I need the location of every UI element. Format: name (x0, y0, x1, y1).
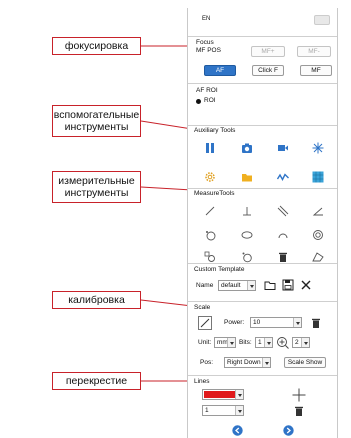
zoom-select[interactable]: 2 (292, 337, 310, 348)
af-roi-title: AF ROI (196, 87, 218, 94)
lines-delete-icon[interactable] (293, 405, 305, 417)
parallel-icon[interactable] (277, 205, 289, 217)
waveform-icon[interactable] (277, 171, 289, 183)
angle-icon[interactable] (312, 205, 324, 217)
circle-3pt-icon[interactable] (204, 229, 216, 241)
prev-arrow-icon[interactable] (232, 425, 243, 436)
circle-point-icon[interactable] (241, 251, 253, 263)
scale-delete-icon[interactable] (310, 317, 322, 329)
unit-label: Unit: (198, 339, 212, 346)
click-f-button[interactable]: Click F (252, 65, 284, 76)
lines-title: Lines (194, 378, 210, 385)
bottom-nav (188, 424, 337, 438)
pos-label: Pos: (200, 359, 214, 366)
circle-ellipse-icon[interactable] (241, 229, 253, 241)
folder-icon[interactable] (241, 171, 253, 183)
save-icon[interactable] (282, 279, 294, 291)
bits-label: Bits: (239, 339, 252, 346)
tools-icon[interactable] (300, 279, 312, 291)
scale-section: Scale Power: 10 Unit: mm Bits: 1 2 Pos: … (188, 302, 337, 375)
mf-plus-button[interactable]: MF+ (251, 46, 285, 57)
polygon-icon[interactable] (312, 251, 324, 263)
line-icon[interactable] (204, 205, 216, 217)
template-title: Custom Template (194, 266, 245, 273)
power-label: Power: (224, 319, 245, 326)
power-select[interactable]: 10 (250, 317, 302, 328)
header-bar: EN (188, 8, 337, 34)
measure-title: MeasureTools (194, 190, 235, 197)
open-folder-icon[interactable] (264, 279, 276, 291)
roi-radio[interactable] (196, 99, 201, 104)
scale-title: Scale (194, 304, 211, 311)
grid-icon[interactable] (312, 171, 324, 183)
pause-icon[interactable] (204, 142, 216, 154)
bits-select[interactable]: 1 (255, 337, 273, 348)
line-color-select[interactable] (202, 389, 244, 400)
rect-circle-icon[interactable] (204, 251, 216, 263)
mf-minus-button[interactable]: MF- (297, 46, 331, 57)
language-label: EN (202, 16, 211, 22)
snowflake-icon[interactable] (312, 142, 324, 154)
callout-calib: калибровка (52, 291, 141, 309)
tool-panel: EN Focus MF POS MF+ MF- AF Click F MF AF… (187, 8, 338, 438)
mf-pos-label: MF POS (196, 47, 221, 54)
template-section: Custom Template Name default (188, 264, 337, 304)
delete-icon[interactable] (277, 251, 289, 263)
aux-title: Auxiliary Tools (194, 127, 236, 134)
roi-radio-label: ROI (204, 97, 216, 104)
line-color-swatch (204, 391, 235, 398)
mf-button[interactable]: MF (300, 65, 332, 76)
video-icon[interactable] (277, 142, 289, 154)
menu-button[interactable] (314, 15, 330, 25)
af-button[interactable]: AF (204, 65, 236, 76)
template-name-label: Name (196, 282, 214, 289)
pos-select[interactable]: Right Down (224, 357, 271, 368)
focus-title: Focus (196, 39, 214, 46)
callout-cross: перекрестие (52, 372, 141, 390)
concentric-icon[interactable] (312, 229, 324, 241)
settings-icon[interactable] (204, 171, 216, 183)
next-arrow-icon[interactable] (283, 425, 294, 436)
line-width-select[interactable]: 1 (202, 405, 244, 416)
af-roi-section: AF ROI ROI (188, 84, 337, 116)
arc-icon[interactable] (277, 229, 289, 241)
camera-icon[interactable] (241, 142, 253, 154)
callout-measure: измерительные инструменты (52, 171, 141, 203)
focus-section: Focus MF POS MF+ MF- AF Click F MF (188, 37, 337, 82)
callout-aux: вспомогательные инструменты (52, 105, 141, 137)
unit-select[interactable]: mm (214, 337, 236, 348)
zoom-in-icon[interactable] (276, 336, 289, 349)
scale-line-icon[interactable] (198, 316, 212, 330)
aux-section: Auxiliary Tools (188, 126, 337, 192)
crosshair-icon[interactable] (292, 388, 306, 402)
perpendicular-icon[interactable] (241, 205, 253, 217)
measure-section: MeasureTools (188, 189, 337, 271)
scale-show-button[interactable]: Scale Show (284, 357, 326, 368)
callout-focus: фокусировка (52, 37, 141, 55)
template-name-select[interactable]: default (218, 280, 256, 291)
lines-section: Lines 1 (188, 376, 337, 420)
